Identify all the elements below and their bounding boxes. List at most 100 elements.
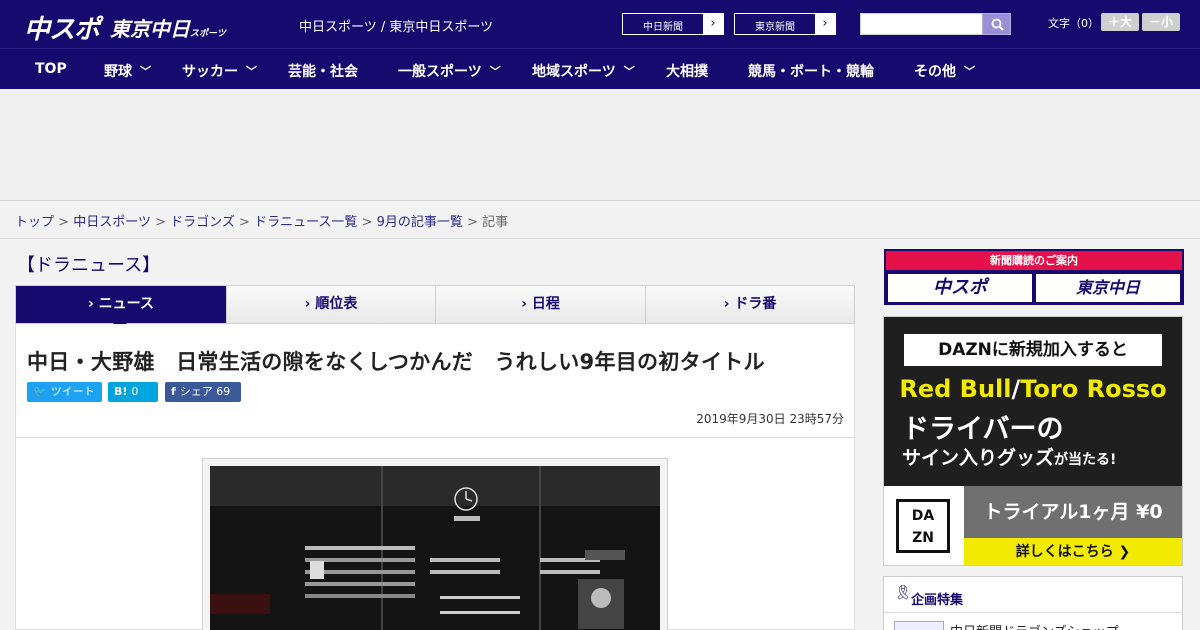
chunichi-shimbun-link[interactable]: 中日新聞 › (622, 13, 724, 35)
twitter-icon: 🐦 (33, 385, 47, 398)
top-header: 中スポ 東京中日スポーツ 中日スポーツ / 東京中日スポーツ 中日新聞 › 東京… (0, 0, 1200, 48)
nav-item-soccer[interactable]: サッカー ﹀ (182, 61, 257, 81)
subscribe-tokyo-logo[interactable]: 東京中日 (1036, 274, 1180, 302)
article-photo[interactable] (210, 466, 660, 630)
section-tabs: › ニュース › 順位表 › 日程 › ドラ番 (15, 285, 855, 324)
feature-section: 🎗 企画特集 中日新聞ドラゴンズショップ (883, 576, 1183, 630)
nav-item-racing[interactable]: 競馬・ボート・競輪 (748, 61, 874, 81)
breadcrumb-current: 記事 (482, 215, 509, 230)
dazn-ad-subline: サイン入りグッズが当たる! (902, 443, 1116, 470)
search-button[interactable] (982, 13, 1011, 35)
dazn-logo: DA ZN (896, 499, 950, 553)
team-name: Red Bull (899, 375, 1012, 403)
nav-label: TOP (35, 61, 67, 77)
feature-thumbnail[interactable] (894, 621, 944, 630)
ribbon-icon: 🎗 (894, 585, 912, 601)
main-nav: TOP 野球 ﹀ サッカー ﹀ 芸能・社会 一般スポーツ ﹀ 地域スポーツ ﹀ 大相撲 … (0, 48, 1200, 89)
nav-item-baseball[interactable]: 野球 ﹀ (104, 61, 151, 81)
tokyo-shimbun-link[interactable]: 東京新聞 › (734, 13, 836, 35)
facebook-label: シェア (179, 385, 213, 398)
breadcrumb-item[interactable]: トップ (15, 215, 54, 230)
breadcrumb-separator: > (58, 215, 70, 230)
font-size-label: 文字（0） (1048, 17, 1099, 30)
divider (0, 238, 1200, 239)
nav-item-general-sports[interactable]: 一般スポーツ ﹀ (398, 61, 501, 81)
chevron-down-icon: ﹀ (964, 65, 975, 78)
scoreboard-photo-illustration (210, 466, 660, 630)
chevron-down-icon: ﹀ (489, 65, 501, 78)
tokyo-logo-small: スポーツ (190, 29, 226, 39)
chuspo-logo[interactable]: 中スポ (24, 9, 100, 46)
breadcrumb-item[interactable]: ドラニュース一覧 (254, 215, 357, 230)
ext-link-label: 中日新聞 (643, 22, 683, 33)
tab-reporter[interactable]: › ドラ番 (646, 286, 854, 323)
chevron-right-icon: › (521, 296, 532, 312)
site-title: 中日スポーツ / 東京中日スポーツ (299, 20, 494, 35)
dazn-ad-teams: Red Bull/Toro Rosso (884, 375, 1182, 403)
breadcrumb-separator: > (239, 215, 250, 230)
article-headline: 中日・大野雄 日常生活の隙をなくしつかんだ うれしい9年目の初タイトル (27, 350, 765, 374)
nav-label: 一般スポーツ (398, 64, 482, 80)
search-input[interactable] (860, 13, 983, 35)
breadcrumb-separator: > (467, 215, 478, 230)
tokyo-logo-text: 東京中日 (110, 17, 190, 41)
subscription-banner[interactable]: 新聞購読のご案内 中スポ 東京中日 (884, 249, 1184, 305)
tweet-button[interactable]: 🐦 ツイート (27, 382, 102, 402)
tab-label: ニュース (98, 296, 154, 312)
tab-label: 日程 (531, 296, 560, 312)
hatena-bookmark-button[interactable]: B! 0 (108, 382, 158, 402)
search-icon (991, 18, 1004, 31)
nav-item-entertainment[interactable]: 芸能・社会 (288, 61, 358, 81)
feature-item-link[interactable]: 中日新聞ドラゴンズショップ (950, 621, 1119, 630)
tab-news[interactable]: › ニュース (16, 286, 227, 323)
nav-item-sumo[interactable]: 大相撲 (666, 61, 708, 81)
section-title: 【ドラニュース】 (17, 255, 161, 276)
team-name: Toro Rosso (1020, 375, 1167, 403)
feature-header: 🎗 企画特集 (884, 577, 1182, 613)
nav-label: 野球 (104, 64, 132, 80)
tab-standings[interactable]: › 順位表 (227, 286, 436, 323)
breadcrumb: トップ > 中日スポーツ > ドラゴンズ > ドラニュース一覧 > 9月の記事一… (15, 211, 508, 230)
subscription-heading: 新聞購読のご案内 (886, 251, 1182, 270)
nav-item-other[interactable]: その他 ﹀ (914, 61, 975, 81)
subscribe-chuspo-logo[interactable]: 中スポ (888, 274, 1032, 302)
dazn-ad-tagline: DAZNに新規加入すると (904, 334, 1162, 366)
facebook-share-button[interactable]: f シェア 69 (165, 382, 241, 402)
nav-label: 芸能・社会 (288, 64, 358, 80)
dazn-ad-bottom: DA ZN トライアル1ヶ月 ¥0 詳しくはこちら ❯ (884, 486, 1182, 565)
dazn-ad-headline: ドライバーの (902, 414, 1064, 445)
nav-label: 地域スポーツ (532, 64, 616, 80)
tab-schedule[interactable]: › 日程 (436, 286, 646, 323)
hatena-icon: B! (114, 385, 128, 398)
dazn-trial-offer: トライアル1ヶ月 ¥0 (964, 486, 1182, 538)
facebook-icon: f (171, 385, 176, 398)
nav-label: 競馬・ボート・競輪 (748, 64, 874, 80)
chevron-right-icon: › (815, 14, 835, 34)
photo-frame (202, 458, 668, 630)
article-photo-area (15, 438, 855, 630)
font-size-up-button[interactable]: ＋大 (1101, 13, 1139, 31)
chevron-down-icon: ﹀ (246, 65, 257, 78)
dazn-details-button[interactable]: 詳しくはこちら ❯ (964, 538, 1182, 565)
facebook-count: 69 (216, 385, 231, 398)
tab-label: ドラ番 (734, 296, 777, 312)
breadcrumb-item[interactable]: 中日スポーツ (73, 215, 151, 230)
chevron-down-icon: ﹀ (140, 65, 151, 78)
nav-item-top[interactable]: TOP (35, 61, 67, 77)
ad-banner-area (0, 89, 1200, 201)
dazn-logo-line: ZN (912, 530, 934, 546)
dazn-ad-sign-main: サイン入りグッズ (902, 447, 1055, 469)
article-header: 中日・大野雄 日常生活の隙をなくしつかんだ うれしい9年目の初タイトル 🐦 ツイー… (15, 324, 855, 438)
dazn-ad[interactable]: DAZNに新規加入すると Red Bull/Toro Rosso ドライバーの … (883, 316, 1183, 566)
chevron-right-icon: › (304, 296, 316, 312)
breadcrumb-item[interactable]: 9月の記事一覧 (377, 215, 463, 230)
font-size-down-button[interactable]: －小 (1142, 13, 1180, 31)
dazn-ad-sign-small: が当たる! (1054, 452, 1117, 468)
tokyo-chunichi-logo[interactable]: 東京中日スポーツ (110, 13, 226, 42)
team-separator: / (1011, 375, 1021, 403)
tweet-label: ツイート (50, 385, 95, 398)
nav-label: 大相撲 (666, 64, 708, 80)
breadcrumb-item[interactable]: ドラゴンズ (170, 215, 235, 230)
chevron-down-icon: ﹀ (623, 65, 635, 78)
nav-item-local-sports[interactable]: 地域スポーツ ﹀ (532, 61, 635, 81)
